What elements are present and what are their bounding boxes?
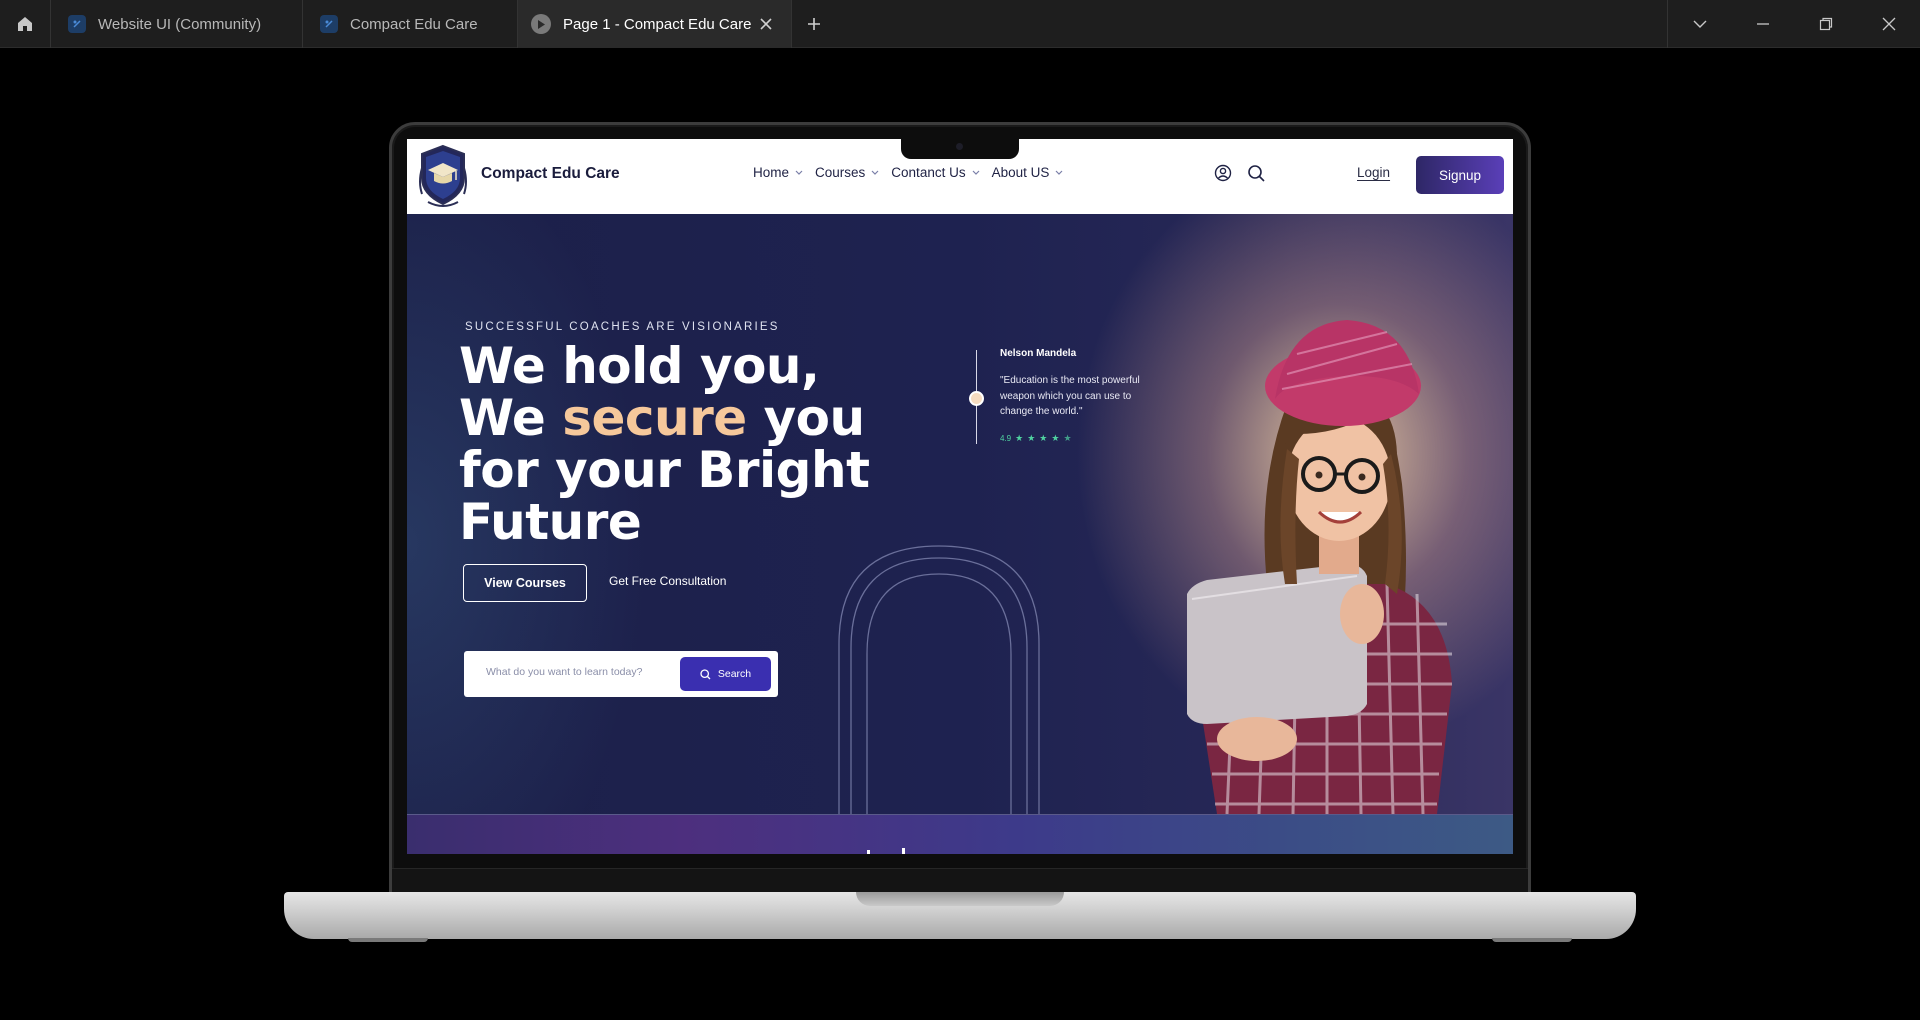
nav-item-label: Contanct Us (891, 165, 966, 180)
view-courses-button[interactable]: View Courses (463, 564, 587, 602)
headline-line: We secure you (459, 392, 869, 444)
chevron-down-icon (1693, 20, 1706, 28)
chevron-down-icon (1055, 170, 1063, 175)
user-circle-icon[interactable] (1214, 164, 1232, 182)
arch-decoration (838, 545, 1040, 816)
rating: 4.9 ★ ★ ★ ★ ★ (1000, 433, 1072, 444)
tab-label: Compact Edu Care (350, 15, 478, 33)
quote-author: Nelson Mandela (1000, 348, 1077, 359)
hero-eyebrow: SUCCESSFUL COACHES ARE VISIONARIES (465, 321, 780, 333)
login-link[interactable]: Login (1357, 165, 1390, 180)
search-input[interactable]: What do you want to learn today? (486, 666, 642, 678)
laptop-screen: Compact Edu Care Home Courses Contanct U… (407, 139, 1513, 854)
nav-item-about[interactable]: About US (992, 165, 1064, 180)
headline-line: Future (459, 493, 642, 551)
tabs-dropdown-button[interactable] (1668, 0, 1731, 48)
student-photo (1187, 320, 1452, 814)
play-icon (531, 14, 551, 34)
laptop-hinge (392, 868, 1528, 892)
search-button-label: Search (717, 668, 752, 680)
signup-button[interactable]: Signup (1416, 156, 1504, 194)
tab-label: Page 1 - Compact Edu Care (563, 15, 752, 33)
app-tab-bar: Website UI (Community) Compact Edu Care … (0, 0, 1920, 48)
search-icon (700, 668, 711, 679)
home-button[interactable] (0, 0, 51, 48)
minimize-button[interactable] (1731, 0, 1794, 48)
headline-text: you (746, 389, 866, 447)
free-consultation-link[interactable]: Get Free Consultation (609, 574, 726, 588)
nav-item-label: Courses (815, 165, 866, 180)
course-search-box: What do you want to learn today? Search (464, 651, 778, 697)
nav-item-label: Home (753, 165, 790, 180)
tab-website-ui[interactable]: Website UI (Community) (51, 0, 303, 48)
camera-icon (956, 143, 963, 150)
plus-icon (808, 18, 820, 30)
rating-value: 4.9 (1000, 434, 1012, 443)
tab-compact-edu-care[interactable]: Compact Edu Care (303, 0, 518, 48)
chevron-down-icon (871, 170, 879, 175)
headline-highlight: secure (562, 389, 747, 447)
minimize-icon (1756, 23, 1769, 25)
camera-notch (901, 139, 1019, 159)
tab-label: Website UI (Community) (98, 15, 262, 33)
search-icon[interactable] (1247, 164, 1266, 183)
laptop-foot (1492, 938, 1572, 942)
headline-line: for your Bright (459, 441, 870, 499)
tab-page-1[interactable]: Page 1 - Compact Edu Care (518, 0, 792, 48)
laptop-notch (856, 892, 1064, 906)
close-window-button[interactable] (1857, 0, 1920, 48)
new-tab-button[interactable] (792, 0, 836, 48)
figma-file-icon (320, 15, 338, 33)
headline-line: We hold you, (459, 337, 820, 395)
hero-headline: We hold you, We secure you for your Brig… (459, 337, 870, 551)
next-section-band (407, 814, 1513, 854)
star-icon: ★ (1063, 433, 1072, 443)
search-button[interactable]: Search (680, 657, 771, 691)
close-icon (1882, 17, 1895, 31)
quote-text: "Education is the most powerful weapon w… (1000, 375, 1140, 417)
close-icon[interactable] (757, 15, 775, 33)
star-icon: ★ (1051, 433, 1060, 443)
nav-item-contact[interactable]: Contanct Us (891, 165, 980, 180)
star-icon: ★ (1027, 433, 1036, 443)
headline-text: We (459, 389, 563, 447)
decoration-mark (867, 850, 870, 854)
home-icon (18, 17, 32, 31)
star-icon: ★ (1015, 433, 1024, 443)
window-controls (1667, 0, 1920, 48)
laptop-foot (348, 938, 428, 942)
laptop-base (284, 892, 1636, 939)
decoration-mark (902, 848, 905, 854)
quote-marker (969, 391, 984, 406)
nav-item-courses[interactable]: Courses (815, 165, 879, 180)
nav-item-label: About US (991, 165, 1050, 180)
main-nav: Home Courses Contanct Us About US (753, 165, 1075, 180)
chevron-down-icon (972, 170, 980, 175)
nav-item-home[interactable]: Home (753, 165, 803, 180)
chevron-down-icon (795, 170, 803, 175)
star-icon: ★ (1039, 433, 1048, 443)
hero-section: SUCCESSFUL COACHES ARE VISIONARIES We ho… (407, 214, 1513, 816)
figma-file-icon (68, 15, 86, 33)
restore-button[interactable] (1794, 0, 1857, 48)
shield-logo-icon[interactable] (414, 142, 472, 210)
brand-name[interactable]: Compact Edu Care (481, 165, 620, 183)
restore-icon (1819, 17, 1832, 31)
